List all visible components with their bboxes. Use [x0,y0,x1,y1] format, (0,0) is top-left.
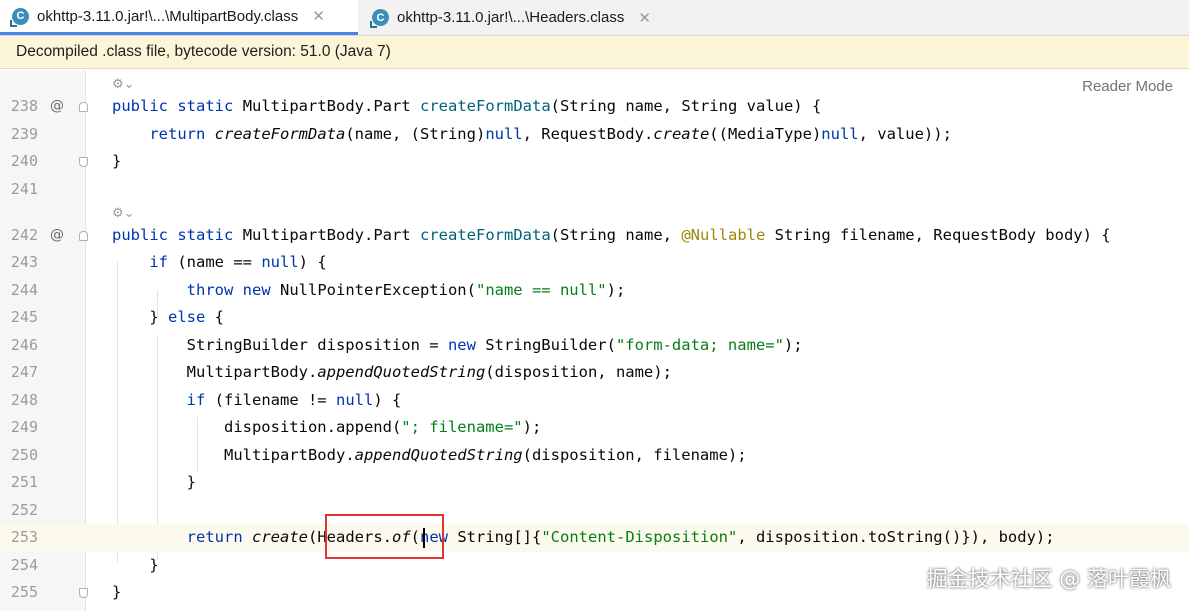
close-icon[interactable]: ✕ [312,7,325,25]
code-line[interactable]: 240 } [0,148,1189,176]
line-number: 243 [10,253,38,271]
banner-text: Decompiled .class file, bytecode version… [16,43,391,60]
line-number: 242 [10,226,38,244]
code-line[interactable]: 252 [0,497,1189,525]
tab-multipartbody-class[interactable]: C okhttp-3.11.0.jar!\...\MultipartBody.c… [0,0,358,35]
line-number: 246 [10,336,38,354]
line-number: 254 [10,556,38,574]
code-line[interactable]: 248 if (filename != null) { [0,387,1189,415]
code-text: MultipartBody.appendQuotedString(disposi… [223,446,747,464]
code-text: throw new NullPointerException("name == … [186,281,626,299]
code-line[interactable]: 239 return createFormData(name, (String)… [0,121,1189,149]
editor-tab-bar: C okhttp-3.11.0.jar!\...\MultipartBody.c… [0,0,1189,36]
code-text: public static MultipartBody.Part createF… [112,97,822,115]
fold-icon[interactable] [79,231,88,241]
code-line[interactable]: 242 @ public static MultipartBody.Part c… [0,222,1189,250]
watermark: 掘金技术社区 @ 落叶霞枫 [926,567,1171,591]
line-number: 245 [10,308,38,326]
text-caret [423,528,425,548]
line-number: 247 [10,363,38,381]
line-number: 241 [10,180,38,198]
override-marker-icon[interactable]: @ [50,93,64,121]
code-text: if (filename != null) { [186,391,402,409]
code-text: MultipartBody.appendQuotedString(disposi… [186,363,672,381]
fold-icon[interactable] [79,157,88,167]
code-text: } [186,473,196,491]
line-number: 250 [10,446,38,464]
tab-label: okhttp-3.11.0.jar!\...\MultipartBody.cla… [37,7,299,25]
line-number: 255 [10,583,38,601]
code-line[interactable]: 247 MultipartBody.appendQuotedString(dis… [0,359,1189,387]
line-number: 251 [10,473,38,491]
code-text: } [149,556,159,574]
code-line[interactable]: 250 MultipartBody.appendQuotedString(dis… [0,442,1189,470]
code-line[interactable]: 245 } else { [0,304,1189,332]
line-number: 252 [10,501,38,519]
code-text: if (name == null) { [149,253,327,271]
line-number: 239 [10,125,38,143]
tab-label: okhttp-3.11.0.jar!\...\Headers.class [397,9,625,26]
code-line-current[interactable]: 253 return create(Headers.of(new String[… [0,524,1189,552]
code-line[interactable]: 241 [0,176,1189,204]
code-text: public static MultipartBody.Part createF… [112,226,1111,244]
line-number: 238 [10,97,38,115]
close-icon[interactable]: ✕ [638,9,651,27]
tab-headers-class[interactable]: C okhttp-3.11.0.jar!\...\Headers.class ✕ [360,0,670,35]
code-line[interactable]: 243 if (name == null) { [0,249,1189,277]
class-file-icon: C [370,9,389,28]
code-text: } [112,583,122,601]
line-number: 248 [10,391,38,409]
code-editor[interactable]: Reader Mode ⚙⌄ ⚙⌄ 238 @ public static Mu… [0,70,1189,611]
code-text: disposition.append("; filename="); [223,418,542,436]
code-text: } [112,152,122,170]
code-line[interactable]: 246 StringBuilder disposition = new Stri… [0,332,1189,360]
line-number: 244 [10,281,38,299]
code-line[interactable]: 249 disposition.append("; filename="); [0,414,1189,442]
line-number: 249 [10,418,38,436]
line-number: 240 [10,152,38,170]
override-marker-icon[interactable]: @ [50,222,64,250]
code-line[interactable]: 238 @ public static MultipartBody.Part c… [0,93,1189,121]
code-text: return create(Headers.of(new String[]{"C… [186,528,1055,546]
code-line[interactable]: 244 throw new NullPointerException("name… [0,277,1189,305]
fold-icon[interactable] [79,102,88,112]
class-file-icon: C [10,7,29,27]
code-text: StringBuilder disposition = new StringBu… [186,336,803,354]
fold-icon[interactable] [79,588,88,598]
decompiled-banner: Decompiled .class file, bytecode version… [0,36,1189,69]
code-text: } else { [149,308,224,326]
line-number: 253 [10,528,38,546]
code-line[interactable]: 251 } [0,469,1189,497]
code-text: return createFormData(name, (String)null… [149,125,952,143]
